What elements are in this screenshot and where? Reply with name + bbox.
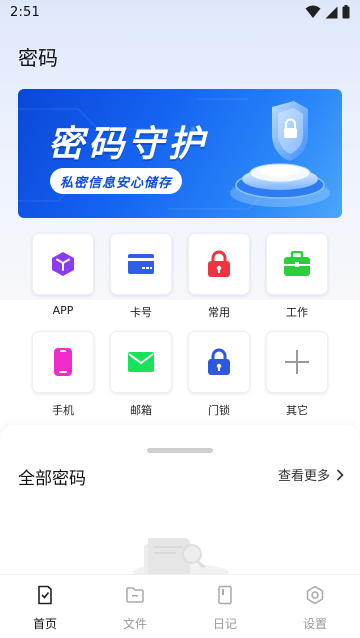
banner-title: 密码守护 [48,124,209,165]
category-card[interactable] [110,233,172,295]
folder-icon [126,587,144,603]
category-common[interactable] [188,233,250,295]
padlock-icon [208,348,230,375]
card-icon [128,254,154,274]
category-common-label: 常用 [208,306,230,319]
settings-icon [306,585,324,605]
all-passwords-title: 全部密码 [18,469,86,489]
nav-diary[interactable]: 日记 [180,575,270,638]
mail-icon [128,352,154,372]
category-app-label: APP [52,304,74,317]
lock-icon [208,250,230,277]
see-more-label: 查看更多 [277,469,330,484]
status-icons [305,5,350,19]
notebook-icon [218,585,232,605]
category-phone[interactable] [32,331,94,393]
banner-tag: 私密信息安心储存 [50,168,183,194]
phone-icon [54,348,72,376]
status-time: 2:51 [10,4,40,20]
nav-diary-label: 日记 [212,617,237,631]
bottom-navigation: 首页 文件 日记 设置 [0,574,360,638]
category-card-label: 卡号 [130,306,152,319]
plus-icon [285,350,309,374]
nav-settings-label: 设置 [302,617,327,631]
status-bar: 2:51 [0,0,360,24]
category-other-label: 其它 [286,404,308,417]
nav-files[interactable]: 文件 [90,575,180,638]
nav-settings[interactable]: 设置 [270,575,360,638]
category-work-label: 工作 [286,306,308,319]
nav-files-label: 文件 [122,617,147,631]
see-more-link[interactable]: 查看更多 [278,465,344,484]
empty-state-illustration [133,538,229,576]
category-phone-label: 手机 [52,404,74,417]
nav-home[interactable]: 首页 [0,575,90,638]
shield-lock-illustration [230,101,330,207]
category-mail-label: 邮箱 [130,404,152,417]
battery-icon [342,5,350,19]
category-app[interactable] [32,233,94,295]
cube-icon [52,252,74,276]
wifi-icon [305,5,321,18]
category-other[interactable] [266,331,328,393]
category-doorlock-label: 门锁 [208,404,230,417]
category-mail[interactable] [110,331,172,393]
sheet-drag-handle[interactable] [147,448,213,453]
signal-icon [325,6,338,18]
category-doorlock[interactable] [188,331,250,393]
chevron-right-icon [336,468,344,481]
promo-banner[interactable]: 密码守护 私密信息安心储存 [18,89,342,218]
nav-home-label: 首页 [32,617,57,631]
home-doc-icon [38,585,52,605]
category-work[interactable] [266,233,328,295]
page-title: 密码 [18,46,58,70]
briefcase-icon [284,251,310,276]
